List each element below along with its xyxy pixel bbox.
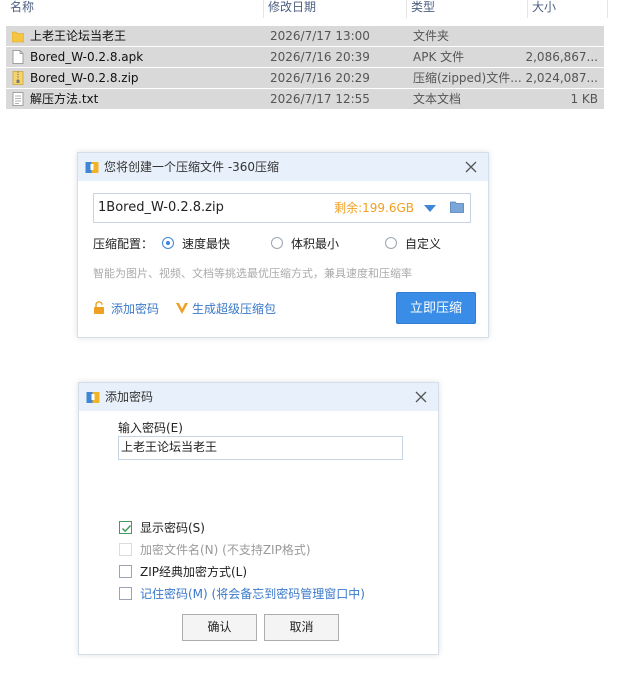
file-size: 1 KB xyxy=(570,92,598,106)
radio-label: 速度最快 xyxy=(182,237,231,251)
checkbox-label: 显示密码(S) xyxy=(140,521,205,535)
compression-hint-text: 智能为图片、视频、文档等挑选最优压缩方式，兼具速度和压缩率 xyxy=(93,267,412,280)
close-icon[interactable] xyxy=(414,390,428,404)
column-header-size[interactable]: 大小 xyxy=(528,0,608,18)
password-dialog-title: 添加密码 xyxy=(105,390,154,404)
checkmark-icon xyxy=(121,524,132,533)
column-header-modified-label: 修改日期 xyxy=(268,0,317,14)
compression-config-row: 压缩配置： 速度最快 体积最小 自定义 xyxy=(93,235,473,253)
compress-dialog: 您将创建一个压缩文件 -360压缩 1Bored_W-0.2.8.zip 剩余:… xyxy=(77,152,489,338)
file-modified: 2026/7/17 12:55 xyxy=(270,92,370,106)
confirm-button[interactable]: 确认 xyxy=(182,614,257,641)
column-header-name-label: 名称 xyxy=(10,0,35,14)
add-password-dialog: 添加密码 输入密码(E) 上老王论坛当老王 显示密码(S) 加密文件名(N) (… xyxy=(78,382,439,655)
browse-folder-icon[interactable] xyxy=(450,201,464,213)
lock-icon xyxy=(94,301,104,314)
checkbox-label: 记住密码(M) (将会备忘到密码管理窗口中) xyxy=(140,587,365,601)
checkbox-box xyxy=(119,521,132,534)
checkbox-label: ZIP经典加密方式(L) xyxy=(140,565,248,579)
compress-dialog-title: 您将创建一个压缩文件 -360压缩 xyxy=(104,160,280,174)
password-dialog-titlebar[interactable]: 添加密码 xyxy=(79,383,438,411)
column-header-name[interactable]: 名称 xyxy=(6,0,264,18)
360-zip-app-icon xyxy=(85,162,99,173)
compression-config-label: 压缩配置： xyxy=(93,237,154,251)
file-type: 文件夹 xyxy=(413,29,450,43)
checkbox-box xyxy=(119,543,132,556)
folder-icon xyxy=(12,31,24,43)
zip-file-icon xyxy=(12,71,24,85)
txt-file-icon xyxy=(12,92,24,106)
column-header-row: 名称 修改日期 类型 大小 xyxy=(0,0,639,18)
file-name: Bored_W-0.2.8.apk xyxy=(30,50,144,64)
checkbox-label: 加密文件名(N) (不支持ZIP格式) xyxy=(140,543,311,557)
chevron-down-icon[interactable] xyxy=(424,205,436,212)
file-size: 2,024,087... xyxy=(525,71,598,85)
checkbox-box xyxy=(119,587,132,600)
column-header-type-label: 类型 xyxy=(411,0,436,14)
column-header-size-label: 大小 xyxy=(532,0,557,14)
password-input-label: 输入密码(E) xyxy=(118,421,183,435)
file-type: 压缩(zipped)文件... xyxy=(413,71,522,85)
archive-filename-field[interactable]: 1Bored_W-0.2.8.zip 剩余:199.6GB xyxy=(93,193,471,223)
apk-file-icon xyxy=(12,50,24,64)
compress-dialog-titlebar[interactable]: 您将创建一个压缩文件 -360压缩 xyxy=(78,153,488,181)
close-icon[interactable] xyxy=(464,160,478,174)
free-space-label: 剩余:199.6GB xyxy=(334,201,414,215)
file-modified: 2026/7/17 13:00 xyxy=(270,29,370,43)
radio-label: 自定义 xyxy=(405,237,442,251)
archive-filename-value: 1Bored_W-0.2.8.zip xyxy=(98,200,224,215)
column-header-type[interactable]: 类型 xyxy=(407,0,528,18)
radio-indicator xyxy=(162,237,174,249)
file-modified: 2026/7/16 20:39 xyxy=(270,50,370,64)
file-name: Bored_W-0.2.8.zip xyxy=(30,71,139,85)
360-zip-app-icon xyxy=(86,392,100,403)
checkbox-box xyxy=(119,565,132,578)
file-row-zip[interactable]: Bored_W-0.2.8.zip 2026/7/16 20:29 压缩(zip… xyxy=(6,68,604,88)
file-modified: 2026/7/16 20:29 xyxy=(270,71,370,85)
radio-indicator xyxy=(385,237,397,249)
super-package-label: 生成超级压缩包 xyxy=(192,302,277,316)
radio-indicator xyxy=(271,237,283,249)
file-row-txt[interactable]: 解压方法.txt 2026/7/17 12:55 文本文档 1 KB xyxy=(6,89,604,109)
password-input[interactable]: 上老王论坛当老王 xyxy=(118,436,403,460)
column-header-modified[interactable]: 修改日期 xyxy=(264,0,407,18)
file-type: APK 文件 xyxy=(413,50,465,64)
compress-now-button[interactable]: 立即压缩 xyxy=(396,292,476,324)
file-type: 文本文档 xyxy=(413,92,462,106)
vip-v-icon xyxy=(176,303,188,314)
add-password-label: 添加密码 xyxy=(111,302,160,316)
file-size: 2,086,867... xyxy=(525,50,598,64)
file-row-apk[interactable]: Bored_W-0.2.8.apk 2026/7/16 20:39 APK 文件… xyxy=(6,47,604,67)
file-name: 上老王论坛当老王 xyxy=(30,29,127,43)
file-explorer-list: 名称 修改日期 类型 大小 上老王论坛当老王 2026/7/17 13:00 文… xyxy=(0,0,639,112)
file-row-folder[interactable]: 上老王论坛当老王 2026/7/17 13:00 文件夹 xyxy=(6,26,604,46)
cancel-button[interactable]: 取消 xyxy=(264,614,339,641)
file-name: 解压方法.txt xyxy=(30,92,99,106)
radio-label: 体积最小 xyxy=(291,237,340,251)
